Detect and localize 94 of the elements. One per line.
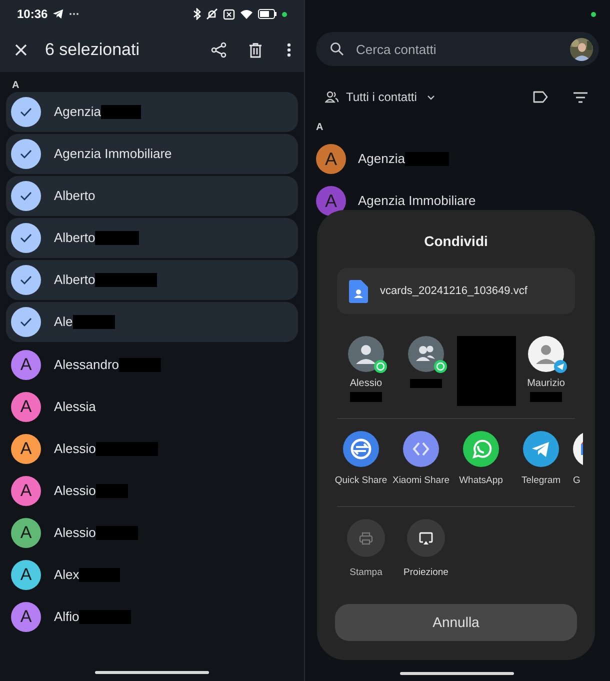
trash-icon (248, 42, 262, 58)
caret-icon (426, 94, 435, 100)
delete-button[interactable] (247, 41, 263, 59)
printer-icon (359, 532, 373, 544)
contact-row[interactable]: A Alessio (0, 512, 304, 554)
contact-avatar: A (11, 350, 41, 380)
share-app[interactable]: G (571, 431, 583, 487)
label-icon (533, 91, 548, 103)
contact-row[interactable]: A Alessia (0, 386, 304, 428)
person-avatar-icon (348, 336, 384, 372)
contact-name: Alessio (54, 524, 96, 542)
share-target[interactable] (348, 336, 384, 372)
check-icon (20, 275, 32, 285)
contact-name: Alberto (54, 229, 96, 248)
paper-plane-icon (523, 431, 559, 467)
quick-share-icon (343, 431, 379, 467)
contact-avatar: A (11, 392, 41, 422)
wifi-icon (240, 9, 253, 19)
close-icon (15, 44, 27, 56)
contact-avatar: A (11, 560, 41, 590)
contact-row[interactable]: A Alfio (0, 596, 304, 632)
search-field[interactable]: Cerca contatti (316, 32, 599, 66)
camera-indicator-icon (282, 12, 287, 16)
more-options-icon (287, 43, 291, 57)
share-app[interactable]: Quick Share (331, 431, 391, 487)
group-avatar-icon (408, 336, 444, 372)
contact-name: Agenzia Immobiliare (358, 192, 476, 210)
contact-row[interactable]: Alberto (6, 260, 298, 300)
contact-avatar: A (316, 144, 346, 174)
contact-name: Ale (54, 313, 73, 332)
contact-row[interactable]: A Agenzia (305, 138, 610, 180)
share-icon (211, 42, 227, 58)
cancel-button[interactable]: Annulla (335, 604, 577, 641)
contact-name: Alberto (54, 271, 96, 290)
selection-title: 6 selezionati (45, 39, 140, 62)
target-name: Alessio (350, 378, 382, 390)
contact-row[interactable]: A Alex (0, 554, 304, 596)
chat-bubble-icon (463, 431, 499, 467)
share-button[interactable] (210, 41, 228, 59)
share-app[interactable]: WhatsApp (451, 431, 511, 487)
check-icon (20, 233, 32, 243)
share-action[interactable]: Proiezione (396, 519, 456, 579)
labels-button[interactable] (533, 90, 549, 104)
contact-row[interactable]: Alberto (6, 176, 298, 216)
more-notifications-icon (68, 12, 79, 16)
check-icon (20, 107, 32, 117)
contact-row[interactable]: Alberto (6, 218, 298, 258)
contact-row[interactable]: Ale (6, 302, 298, 342)
contact-name: Alessia (54, 398, 96, 416)
search-icon (330, 42, 344, 56)
contact-avatar: A (11, 602, 41, 632)
contact-name: Alessio (54, 482, 96, 500)
sheet-title: Condividi (424, 232, 488, 250)
notifications-off-icon (206, 8, 218, 20)
screen-cast-icon (419, 532, 433, 544)
sort-button[interactable] (573, 91, 588, 103)
share-app[interactable]: Xiaomi Share (391, 431, 451, 487)
contact-avatar: A (11, 476, 41, 506)
check-icon (20, 317, 32, 327)
close-button[interactable] (13, 42, 29, 58)
section-header: A (315, 121, 324, 135)
contact-name: Alessio (54, 440, 96, 458)
share-app[interactable]: Telegram (511, 431, 571, 487)
contact-row[interactable]: A Alessio (0, 470, 304, 512)
section-header: A (11, 79, 20, 92)
share-target[interactable] (408, 336, 444, 372)
filter-icon (573, 92, 588, 102)
battery-icon (258, 9, 277, 19)
status-time: 10:36 (17, 6, 48, 23)
person-avatar-icon (528, 336, 564, 372)
contact-name: Alessandro (54, 356, 120, 374)
contact-name: Agenzia (54, 103, 101, 122)
telegram-icon (52, 9, 64, 19)
camera-indicator-icon (591, 12, 596, 16)
people-icon (325, 91, 339, 103)
bluetooth-icon (193, 8, 201, 20)
contact-name: Alberto (54, 187, 96, 206)
contact-row[interactable]: A Alessandro (0, 344, 304, 386)
contacts-filter-dropdown[interactable]: Tutti i contatti (325, 88, 435, 106)
contact-name: Agenzia Immobiliare (54, 145, 172, 164)
file-name: vcards_20241216_103649.vcf (380, 284, 528, 299)
contact-name: Alfio (54, 608, 80, 626)
contact-name: Alex (54, 566, 80, 584)
contact-row[interactable]: Agenzia Immobiliare (6, 134, 298, 174)
check-icon (20, 149, 32, 159)
check-icon (20, 191, 32, 201)
target-name: Maurizio (527, 378, 565, 390)
contact-name: Agenzia (358, 150, 405, 168)
contact-avatar: A (11, 518, 41, 548)
contact-row[interactable]: A Alessio (0, 428, 304, 470)
contact-file-icon (349, 280, 368, 302)
contact-row[interactable]: Agenzia (6, 92, 298, 132)
contact-avatar: A (11, 434, 41, 464)
share-target[interactable] (528, 336, 564, 372)
